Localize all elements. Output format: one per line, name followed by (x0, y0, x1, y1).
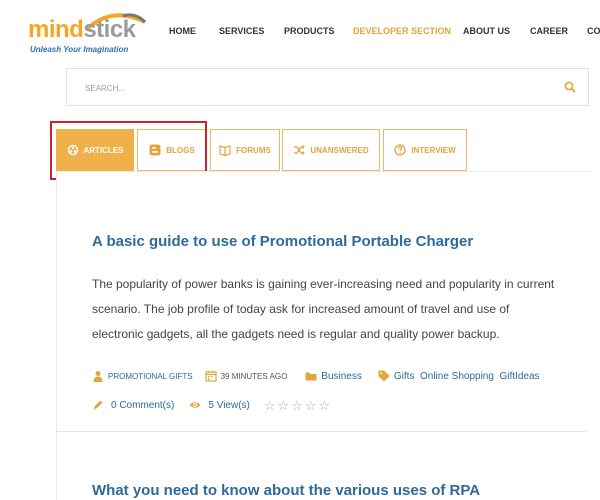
blogger-icon (149, 144, 161, 156)
article-author[interactable]: PROMOTIONAL GIFTS (92, 370, 193, 382)
nav-about-us[interactable]: ABOUT US (463, 26, 510, 36)
star-icon[interactable]: ☆ (318, 399, 330, 412)
article-meta: PROMOTIONAL GIFTS 39 MINUTES AGO Busines… (92, 368, 540, 384)
article-title[interactable]: A basic guide to use of Promotional Port… (92, 233, 473, 250)
tab-label: UNANSWERED (310, 145, 369, 155)
star-icon[interactable]: ☆ (264, 399, 276, 412)
article-comments[interactable]: 0 Comment(s) (92, 399, 174, 411)
tab-articles[interactable]: ARTICLES (56, 129, 134, 171)
tab-label: INTERVIEW (411, 145, 456, 155)
nav-contact[interactable]: CO (587, 26, 600, 36)
search-icon[interactable] (564, 81, 576, 93)
book-icon (219, 145, 231, 156)
nav-services[interactable]: SERVICES (219, 26, 264, 36)
folder-icon (305, 372, 317, 381)
nav-developer-section[interactable]: DEVELOPER SECTION (353, 26, 451, 36)
category-name: Business (321, 370, 362, 382)
tab-unanswered[interactable]: UNANSWERED (282, 129, 380, 171)
article-stats: 0 Comment(s) 5 View(s) ☆ ☆ ☆ ☆ ☆ (92, 397, 330, 413)
search-bar (66, 68, 589, 106)
tab-label: BLOGS (166, 145, 195, 155)
user-icon (93, 371, 103, 382)
tab-label: ARTICLES (83, 145, 124, 155)
site-header: mindstick Unleash Your Imagination HOME … (0, 0, 600, 62)
rating-stars[interactable]: ☆ ☆ ☆ ☆ ☆ (264, 399, 330, 412)
article-views: 5 View(s) (189, 399, 250, 411)
calendar-icon (205, 371, 217, 382)
view-count: 5 View(s) (208, 399, 250, 411)
articles-icon (67, 144, 78, 156)
article-time: 39 MINUTES AGO (205, 370, 288, 382)
eye-icon (189, 402, 201, 408)
article-divider (56, 431, 586, 432)
nav-products[interactable]: PRODUCTS (284, 26, 335, 36)
article-category[interactable]: Business (305, 370, 362, 382)
tab-label: FORUMS (236, 145, 271, 155)
comment-count: 0 Comment(s) (111, 399, 175, 411)
tab-forums[interactable]: FORUMS (210, 129, 280, 171)
time-ago: 39 MINUTES AGO (220, 371, 288, 381)
shuffle-icon (294, 145, 306, 155)
search-input[interactable] (85, 81, 535, 95)
pencil-icon (93, 400, 103, 410)
tag-list: Gifts Online Shopping GiftIdeas (393, 370, 540, 382)
star-icon[interactable]: ☆ (278, 399, 290, 412)
main-nav: HOME SERVICES PRODUCTS DEVELOPER SECTION… (0, 26, 600, 40)
question-icon (394, 144, 406, 156)
article-excerpt: The popularity of power banks is gaining… (92, 277, 555, 341)
nav-career[interactable]: CAREER (530, 26, 568, 36)
tab-blogs[interactable]: BLOGS (137, 129, 207, 171)
nav-home[interactable]: HOME (169, 26, 196, 36)
tab-interview[interactable]: INTERVIEW (383, 129, 467, 171)
article-title[interactable]: What you need to know about the various … (92, 482, 480, 499)
logo-tagline: Unleash Your Imagination (30, 45, 129, 54)
tag-icon (378, 370, 390, 382)
star-icon[interactable]: ☆ (305, 399, 317, 412)
author-name: PROMOTIONAL GIFTS (108, 371, 193, 381)
star-icon[interactable]: ☆ (291, 399, 303, 412)
article-tags[interactable]: Gifts Online Shopping GiftIdeas (378, 370, 540, 382)
